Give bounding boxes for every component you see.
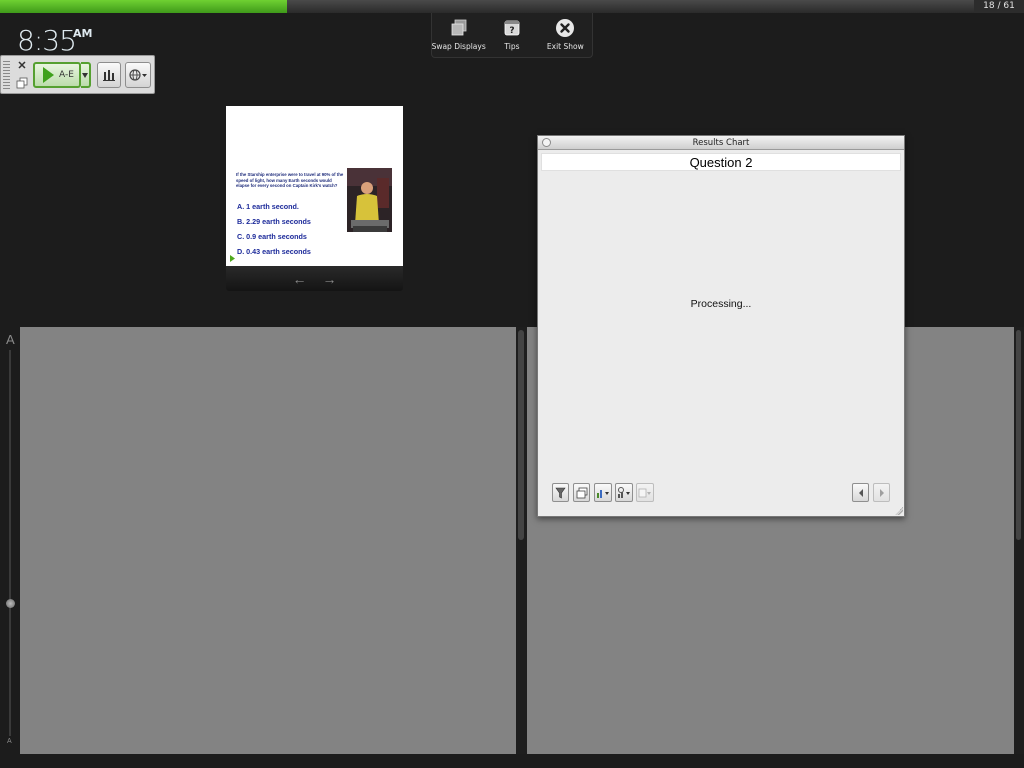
slide-answer-b: B. 2.29 earth seconds — [237, 217, 311, 226]
export-button[interactable] — [636, 483, 654, 502]
font-size-slider-track[interactable] — [9, 350, 11, 736]
toolbar-close-icon[interactable]: ✕ — [16, 60, 28, 72]
previous-question-button[interactable] — [852, 483, 869, 502]
processing-status: Processing... — [690, 298, 752, 310]
bar-chart-icon — [103, 70, 115, 81]
window-resize-handle[interactable] — [895, 507, 903, 515]
window-close-icon[interactable] — [542, 138, 551, 147]
tips-icon: ? — [502, 18, 522, 38]
slide-progress-fill — [0, 0, 288, 13]
right-pane-scrollbar[interactable] — [1016, 330, 1021, 540]
slide-counter: 18 / 61 — [974, 0, 1024, 13]
exit-show-icon — [555, 18, 575, 38]
answer-range-label: A-E — [59, 70, 74, 80]
results-chart-window: Results Chart Question 2 Processing... — [537, 135, 905, 517]
current-slide-preview[interactable]: If the Starship enterprise were to trave… — [226, 106, 403, 266]
copy-icon[interactable] — [16, 76, 28, 89]
font-size-slider-knob[interactable] — [6, 599, 15, 608]
tips-label: Tips — [504, 42, 520, 51]
filter-icon — [555, 487, 566, 498]
exit-show-button[interactable]: Exit Show — [539, 18, 591, 57]
question-type-dropdown[interactable] — [81, 62, 91, 88]
windows-icon — [576, 487, 587, 498]
exit-show-label: Exit Show — [546, 42, 584, 51]
correct-answer-icon — [618, 486, 630, 498]
font-size-slider: A A — [0, 327, 20, 754]
start-polling-button[interactable]: A-E — [33, 62, 81, 88]
notes-pane-scrollbar[interactable] — [518, 330, 524, 540]
filter-button[interactable] — [552, 483, 569, 502]
next-slide-icon[interactable]: → — [323, 272, 337, 286]
clock: 8:35 AM — [17, 24, 92, 57]
pane-splitter[interactable] — [516, 327, 527, 754]
slide-navigation: ← → — [226, 266, 403, 291]
show-results-button[interactable] — [97, 62, 121, 88]
right-pane-scrollbar-track[interactable] — [1014, 327, 1024, 754]
results-window-titlebar[interactable]: Results Chart — [538, 136, 904, 150]
window-mode-button[interactable] — [573, 483, 590, 502]
globe-dropdown-icon — [129, 69, 147, 81]
font-size-large-label: A — [6, 332, 15, 347]
export-icon — [638, 488, 651, 497]
play-icon — [43, 67, 54, 83]
font-size-small-label: A — [7, 738, 12, 745]
slide-photo — [347, 168, 392, 232]
turningpoint-marker-icon — [230, 255, 235, 262]
slide-answer-c: C. 0.9 earth seconds — [237, 232, 307, 241]
correct-answer-button[interactable] — [615, 483, 633, 502]
slide-progress-bar — [0, 0, 974, 13]
results-window-title: Results Chart — [692, 138, 750, 148]
slide-answer-d: D. 0.43 earth seconds — [237, 247, 311, 256]
previous-slide-icon[interactable]: ← — [293, 272, 307, 286]
swap-displays-button[interactable]: Swap Displays — [431, 18, 486, 57]
notes-pane[interactable] — [20, 327, 516, 754]
clock-time: 8:35 — [17, 24, 77, 57]
polling-toolbar: ✕ A-E — [0, 55, 155, 94]
tips-icon-glyph: ? — [509, 26, 514, 36]
chart-options-icon — [597, 489, 609, 498]
swap-displays-icon — [449, 18, 469, 38]
chart-options-button[interactable] — [594, 483, 612, 502]
next-arrow-icon — [879, 488, 884, 497]
slide-question-text: If the Starship enterprise were to trave… — [236, 172, 344, 189]
clock-ampm: AM — [73, 27, 93, 40]
previous-arrow-icon — [858, 488, 863, 497]
results-question-title: Question 2 — [541, 153, 901, 171]
next-question-button[interactable] — [873, 483, 890, 502]
swap-displays-label: Swap Displays — [431, 42, 486, 51]
slide-answer-a: A. 1 earth second. — [237, 202, 299, 211]
presenter-controls: Swap Displays ? Tips Exit Show — [431, 13, 593, 58]
tips-button[interactable]: ? Tips — [486, 18, 538, 57]
toolbar-drag-handle[interactable] — [3, 61, 10, 89]
participant-options-button[interactable] — [125, 62, 151, 88]
